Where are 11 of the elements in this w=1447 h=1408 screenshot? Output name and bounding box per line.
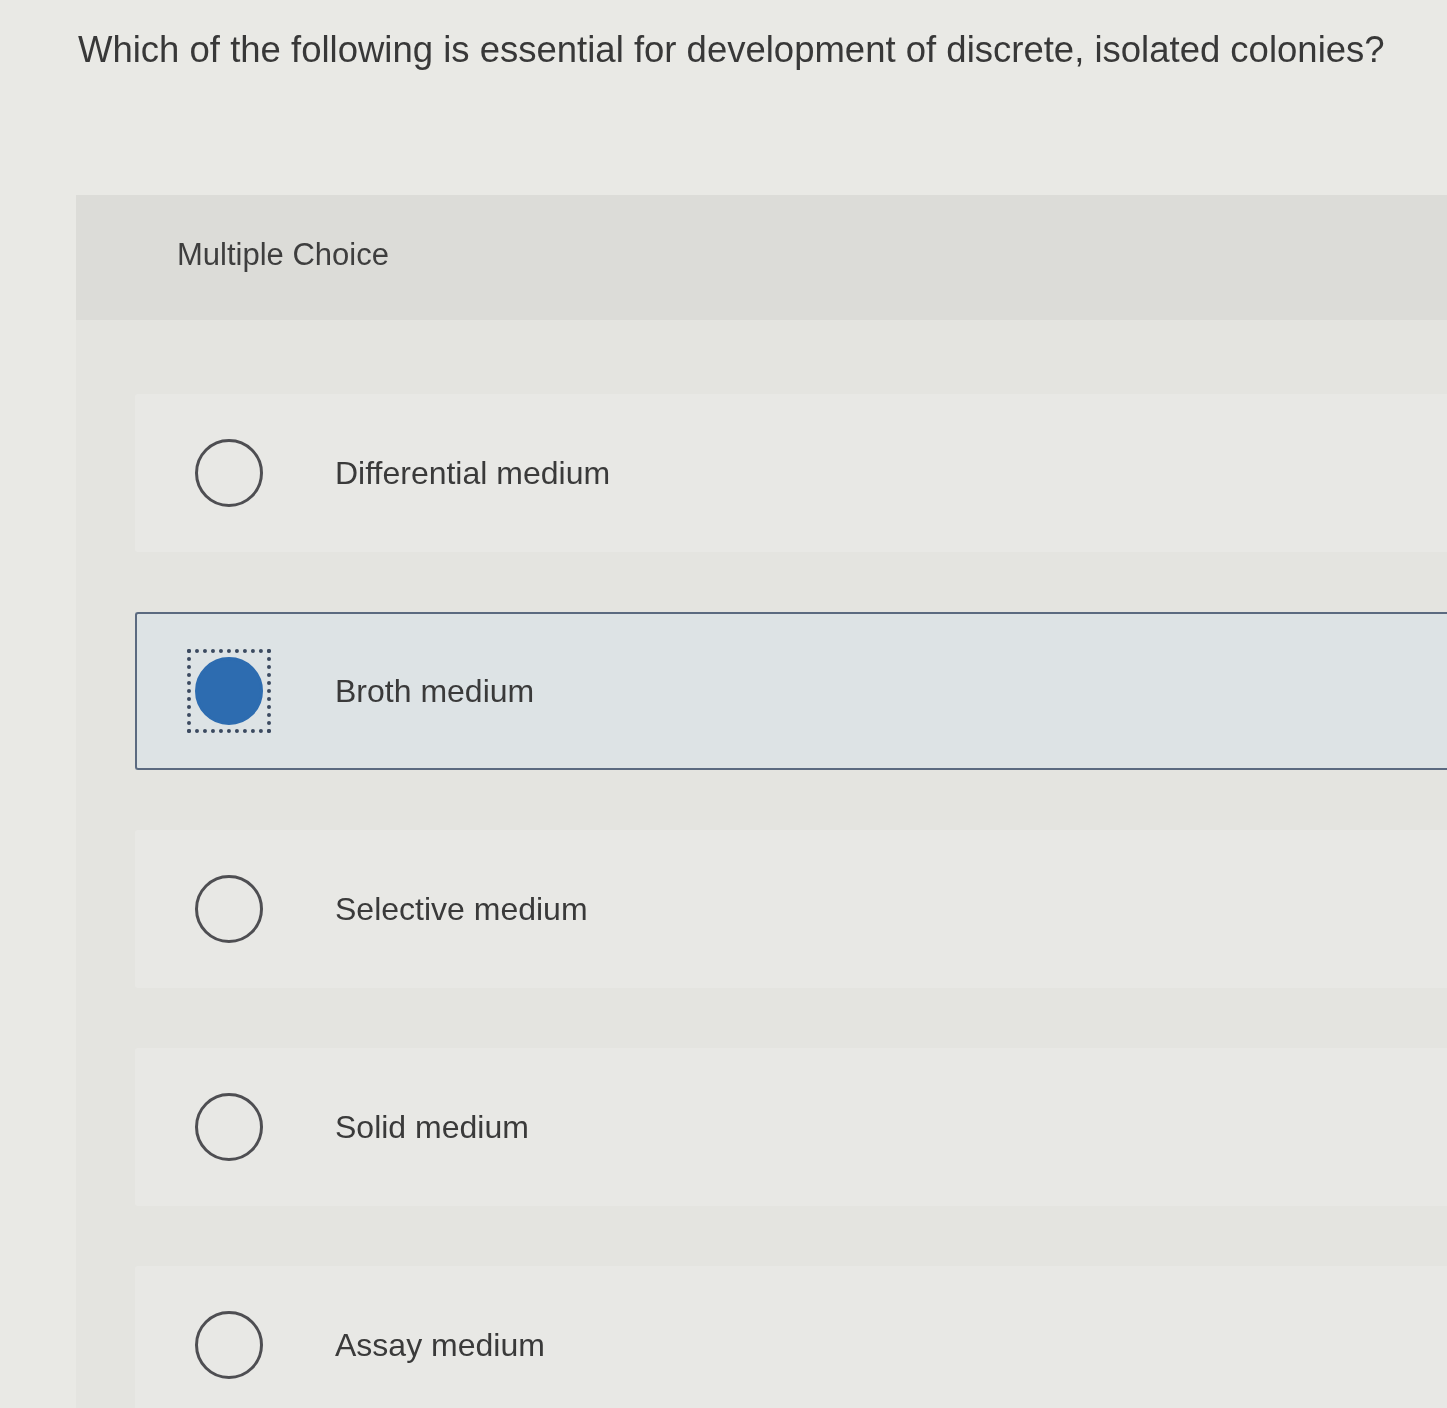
answer-option[interactable]: Assay medium <box>135 1266 1447 1408</box>
radio-button[interactable] <box>195 1093 263 1161</box>
answer-option[interactable]: Solid medium <box>135 1048 1447 1206</box>
question-type-label: Multiple Choice <box>177 237 389 272</box>
radio-button[interactable] <box>195 439 263 507</box>
radio-button[interactable] <box>195 875 263 943</box>
radio-button[interactable] <box>195 1311 263 1379</box>
answer-option[interactable]: Selective medium <box>135 830 1447 988</box>
answer-option[interactable]: Broth medium <box>135 612 1447 770</box>
question-text: Which of the following is essential for development of discrete, isolated colonies? <box>78 28 1386 72</box>
answer-option[interactable]: Differential medium <box>135 394 1447 552</box>
